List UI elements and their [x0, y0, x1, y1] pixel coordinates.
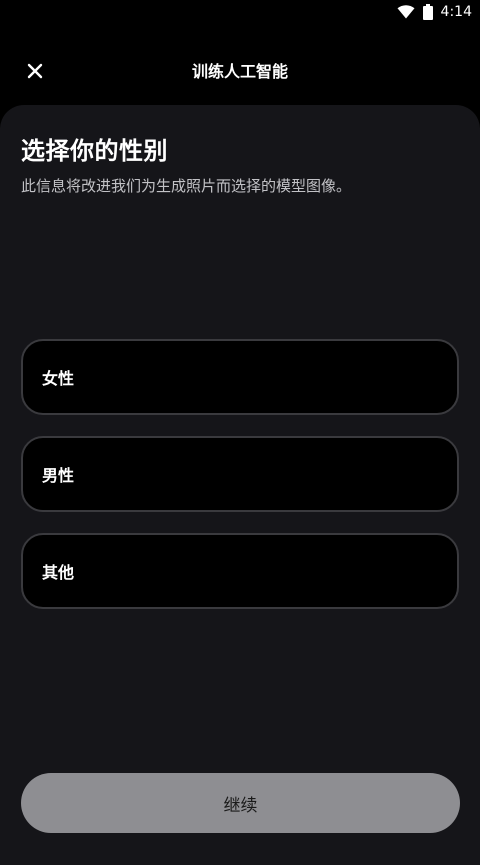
option-other[interactable]: 其他 [21, 533, 459, 609]
option-label: 男性 [42, 466, 75, 485]
option-female[interactable]: 女性 [21, 339, 459, 415]
option-label: 其他 [42, 563, 75, 582]
status-bar: 4:14 [0, 0, 480, 24]
sheet-subtitle: 此信息将改进我们为生成照片而选择的模型图像。 [21, 177, 352, 195]
status-time: 4:14 [440, 4, 472, 20]
option-label: 女性 [42, 369, 75, 388]
header: 训练人工智能 [0, 48, 480, 92]
battery-icon [422, 4, 433, 20]
page-title: 训练人工智能 [191, 62, 288, 81]
continue-label: 继续 [223, 795, 258, 816]
sheet-title: 选择你的性别 [21, 137, 168, 165]
option-male[interactable]: 男性 [21, 436, 459, 512]
continue-button[interactable]: 继续 [21, 773, 460, 833]
wifi-icon [397, 5, 415, 19]
gender-sheet: 选择你的性别 此信息将改进我们为生成照片而选择的模型图像。 女性 男性 其他 继… [0, 105, 480, 865]
